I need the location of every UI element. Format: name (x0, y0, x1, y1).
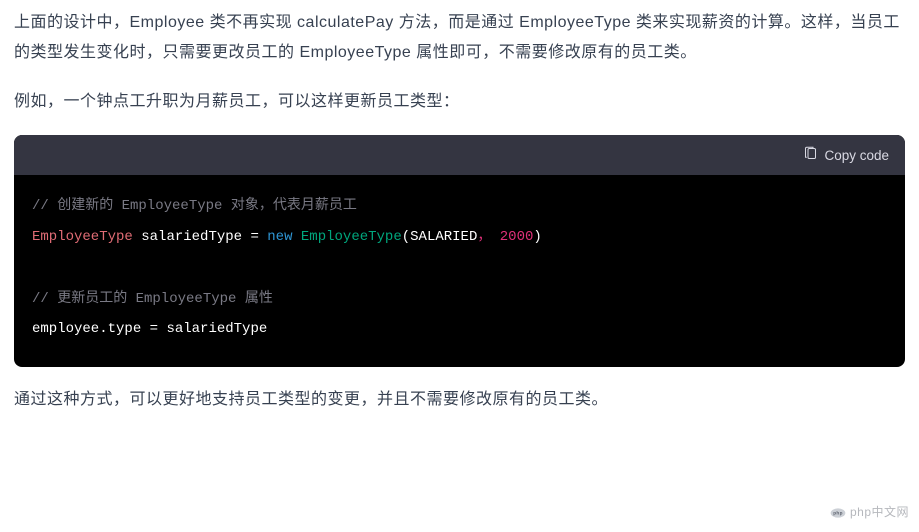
copy-code-button[interactable]: Copy code (803, 146, 889, 164)
code-token-ident: employee.type (32, 321, 141, 337)
code-comment: // 更新员工的 EmployeeType 属性 (32, 291, 273, 307)
paragraph-conclusion: 通过这种方式，可以更好地支持员工类型的变更，并且不需要修改原有的员工类。 (14, 385, 905, 415)
php-logo-icon: php (830, 505, 846, 521)
code-comment: // 创建新的 EmployeeType 对象，代表月薪员工 (32, 198, 357, 214)
clipboard-icon (803, 146, 818, 164)
watermark: php php中文网 (830, 501, 909, 524)
code-token-op: = (150, 321, 158, 337)
code-token-op: = (250, 229, 258, 245)
code-header: Copy code (14, 135, 905, 175)
code-token-ident: salariedType (141, 229, 242, 245)
watermark-text: php中文网 (850, 501, 909, 524)
code-block: Copy code // 创建新的 EmployeeType 对象，代表月薪员工… (14, 135, 905, 367)
code-token-number: 2000 (500, 229, 534, 245)
copy-code-label: Copy code (824, 148, 889, 163)
code-body: // 创建新的 EmployeeType 对象，代表月薪员工 EmployeeT… (14, 175, 905, 367)
code-token-const: SALARIED (410, 229, 477, 245)
paragraph-example-lead: 例如，一个钟点工升职为月薪员工，可以这样更新员工类型： (14, 87, 905, 117)
code-token-type: EmployeeType (32, 229, 133, 245)
paragraph-intro: 上面的设计中，Employee 类不再实现 calculatePay 方法，而是… (14, 8, 905, 69)
code-token-paren: ) (533, 229, 541, 245)
code-token-punct: ， (477, 229, 491, 245)
code-token-class: EmployeeType (301, 229, 402, 245)
code-token-keyword: new (267, 229, 292, 245)
svg-text:php: php (833, 510, 843, 515)
code-token-paren: ( (402, 229, 410, 245)
code-token-ident: salariedType (166, 321, 267, 337)
